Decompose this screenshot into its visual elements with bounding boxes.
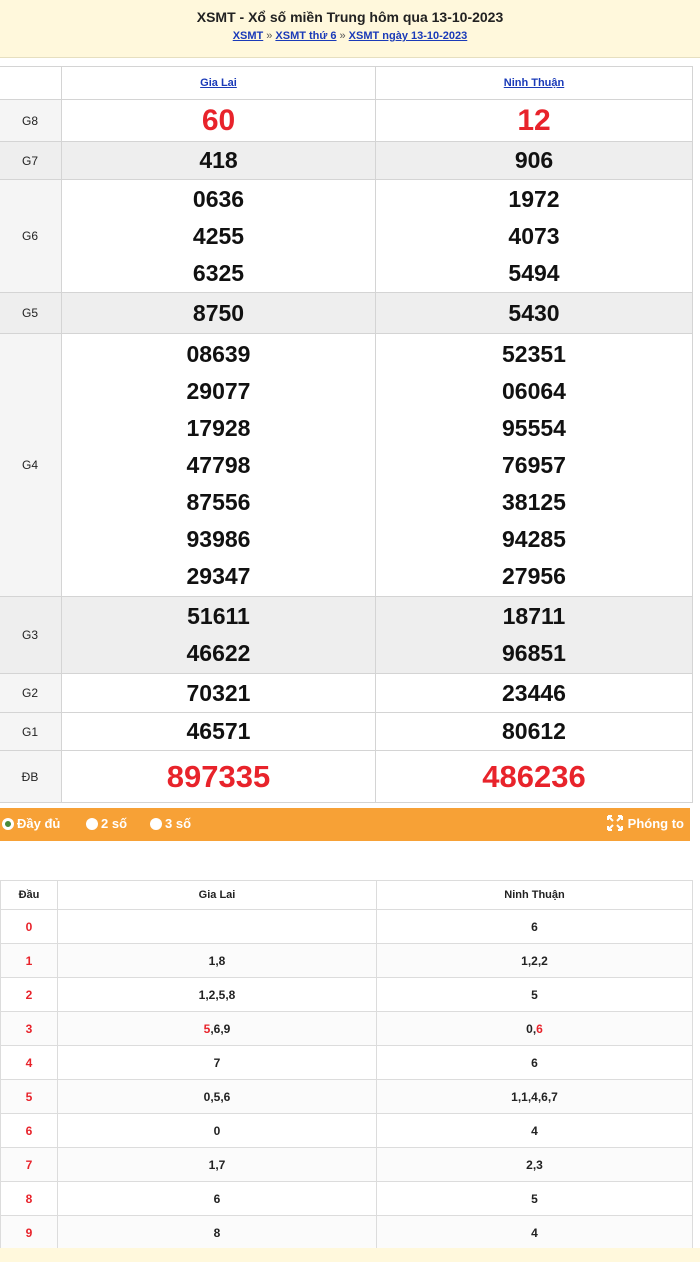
radio-selected-icon[interactable] [2, 817, 14, 830]
expand-icon [606, 815, 623, 831]
province-link-ninh-thuan[interactable]: Ninh Thuận [504, 77, 565, 89]
breadcrumb: XSMT» XSMT thứ 6» XSMT ngày 13-10-2023 [232, 30, 468, 42]
prize-row-g1: G1 46571 80612 [0, 712, 693, 751]
prize-label: ĐB [0, 750, 62, 803]
prize-number: 23446 [375, 673, 693, 713]
display-options-bar: Đầy đủ 2 số 3 số Phóng to [0, 808, 690, 841]
prize-number: 5430 [375, 292, 693, 334]
loto-row: 6 0 4 [0, 1113, 693, 1148]
prize-row-g8: G8 60 12 [0, 99, 693, 142]
breadcrumb-xsmt-date[interactable]: XSMT ngày 13-10-2023 [349, 30, 468, 42]
loto-head-dau: Đầu [0, 880, 58, 910]
prize-row-g7: G7 418 906 [0, 141, 693, 180]
prize-row-g5: G5 8750 5430 [0, 292, 693, 334]
prize-number: 08639 [186, 340, 251, 367]
prize-label: G7 [0, 141, 62, 180]
prize-label: G2 [0, 673, 62, 713]
prize-number: 52351 [502, 340, 566, 367]
prize-number: 27956 [502, 562, 566, 589]
prize-number: 38125 [502, 488, 566, 515]
prize-number: 47798 [186, 451, 251, 478]
jackpot-number: 897335 [61, 750, 376, 803]
prize-number: 4255 [192, 222, 245, 249]
prize-number: 0636 [192, 185, 245, 212]
prize-number: 29347 [186, 562, 251, 589]
prize-number: 60 [61, 99, 376, 142]
prize-number: 06064 [502, 377, 566, 404]
prize-number: 76957 [502, 451, 566, 478]
loto-header-row: Đầu Gia Lai Ninh Thuận [0, 880, 693, 910]
prize-number: 95554 [502, 414, 566, 441]
prize-label: G3 [0, 596, 62, 674]
option-full[interactable]: Đầy đủ [2, 816, 60, 831]
prize-number: 29077 [186, 377, 251, 404]
page-title: XSMT - Xổ số miền Trung hôm qua 13-10-20… [196, 9, 504, 25]
loto-row: 8 6 5 [0, 1181, 693, 1216]
prize-number: 17928 [186, 414, 251, 441]
footer-strip [0, 1248, 700, 1262]
prize-number: 5494 [508, 259, 560, 286]
prize-label: G8 [0, 99, 62, 142]
page-header: XSMT - Xổ số miền Trung hôm qua 13-10-20… [0, 0, 700, 58]
prize-number: 6325 [192, 259, 245, 286]
loto-row: 5 0,5,6 1,1,4,6,7 [0, 1079, 693, 1114]
province-header-row: Gia Lai Ninh Thuận [0, 66, 693, 100]
prize-number: 94285 [502, 525, 566, 552]
prize-number: 18711 [502, 603, 566, 629]
prize-number: 12 [375, 99, 693, 142]
loto-head-table: Đầu Gia Lai Ninh Thuận 0 6 1 1,8 1,2,2 2… [0, 880, 693, 1250]
results-table: Gia Lai Ninh Thuận G8 60 12 G7 418 906 G… [0, 66, 693, 803]
prize-row-g3: G3 51611 46622 18711 96851 [0, 596, 693, 674]
prize-number: 4073 [508, 222, 560, 249]
prize-number: 46571 [61, 712, 376, 751]
breadcrumb-xsmt-thu6[interactable]: XSMT thứ 6 [275, 30, 336, 42]
prize-label: G4 [0, 333, 62, 597]
prize-label: G1 [0, 712, 62, 751]
prize-label: G6 [0, 179, 62, 293]
prize-number: 51611 [187, 603, 250, 629]
radio-icon[interactable] [150, 817, 162, 830]
radio-icon[interactable] [86, 817, 98, 830]
prize-number: 1972 [508, 185, 560, 212]
loto-row: 9 8 4 [0, 1215, 693, 1250]
prize-number: 8750 [61, 292, 376, 334]
prize-number: 70321 [61, 673, 376, 713]
loto-row: 0 6 [0, 909, 693, 944]
option-3-digits[interactable]: 3 số [150, 816, 191, 831]
prize-number: 87556 [186, 488, 251, 515]
loto-row: 3 5,6,9 0,6 [0, 1011, 693, 1046]
prize-row-g6: G6 0636 4255 6325 1972 4073 5494 [0, 179, 693, 293]
jackpot-number: 486236 [375, 750, 693, 803]
prize-number: 46622 [186, 640, 251, 666]
loto-row: 2 1,2,5,8 5 [0, 977, 693, 1012]
loto-row: 1 1,8 1,2,2 [0, 943, 693, 978]
prize-number: 93986 [186, 525, 251, 552]
prize-row-db: ĐB 897335 486236 [0, 750, 693, 803]
prize-row-g4: G4 08639 29077 17928 47798 87556 93986 2… [0, 333, 693, 597]
prize-number: 906 [375, 141, 693, 180]
loto-head-gia-lai: Gia Lai [57, 880, 377, 910]
zoom-button[interactable]: Phóng to [606, 814, 684, 832]
prize-number: 418 [61, 141, 376, 180]
prize-number: 96851 [502, 640, 566, 666]
province-link-gia-lai[interactable]: Gia Lai [200, 77, 237, 89]
loto-row: 7 1,7 2,3 [0, 1147, 693, 1182]
prize-number: 80612 [375, 712, 693, 751]
loto-head-ninh-thuan: Ninh Thuận [376, 880, 693, 910]
breadcrumb-xsmt[interactable]: XSMT [233, 30, 264, 42]
loto-row: 4 7 6 [0, 1045, 693, 1080]
prize-label: G5 [0, 292, 62, 334]
prize-row-g2: G2 70321 23446 [0, 673, 693, 713]
option-2-digits[interactable]: 2 số [86, 816, 127, 831]
